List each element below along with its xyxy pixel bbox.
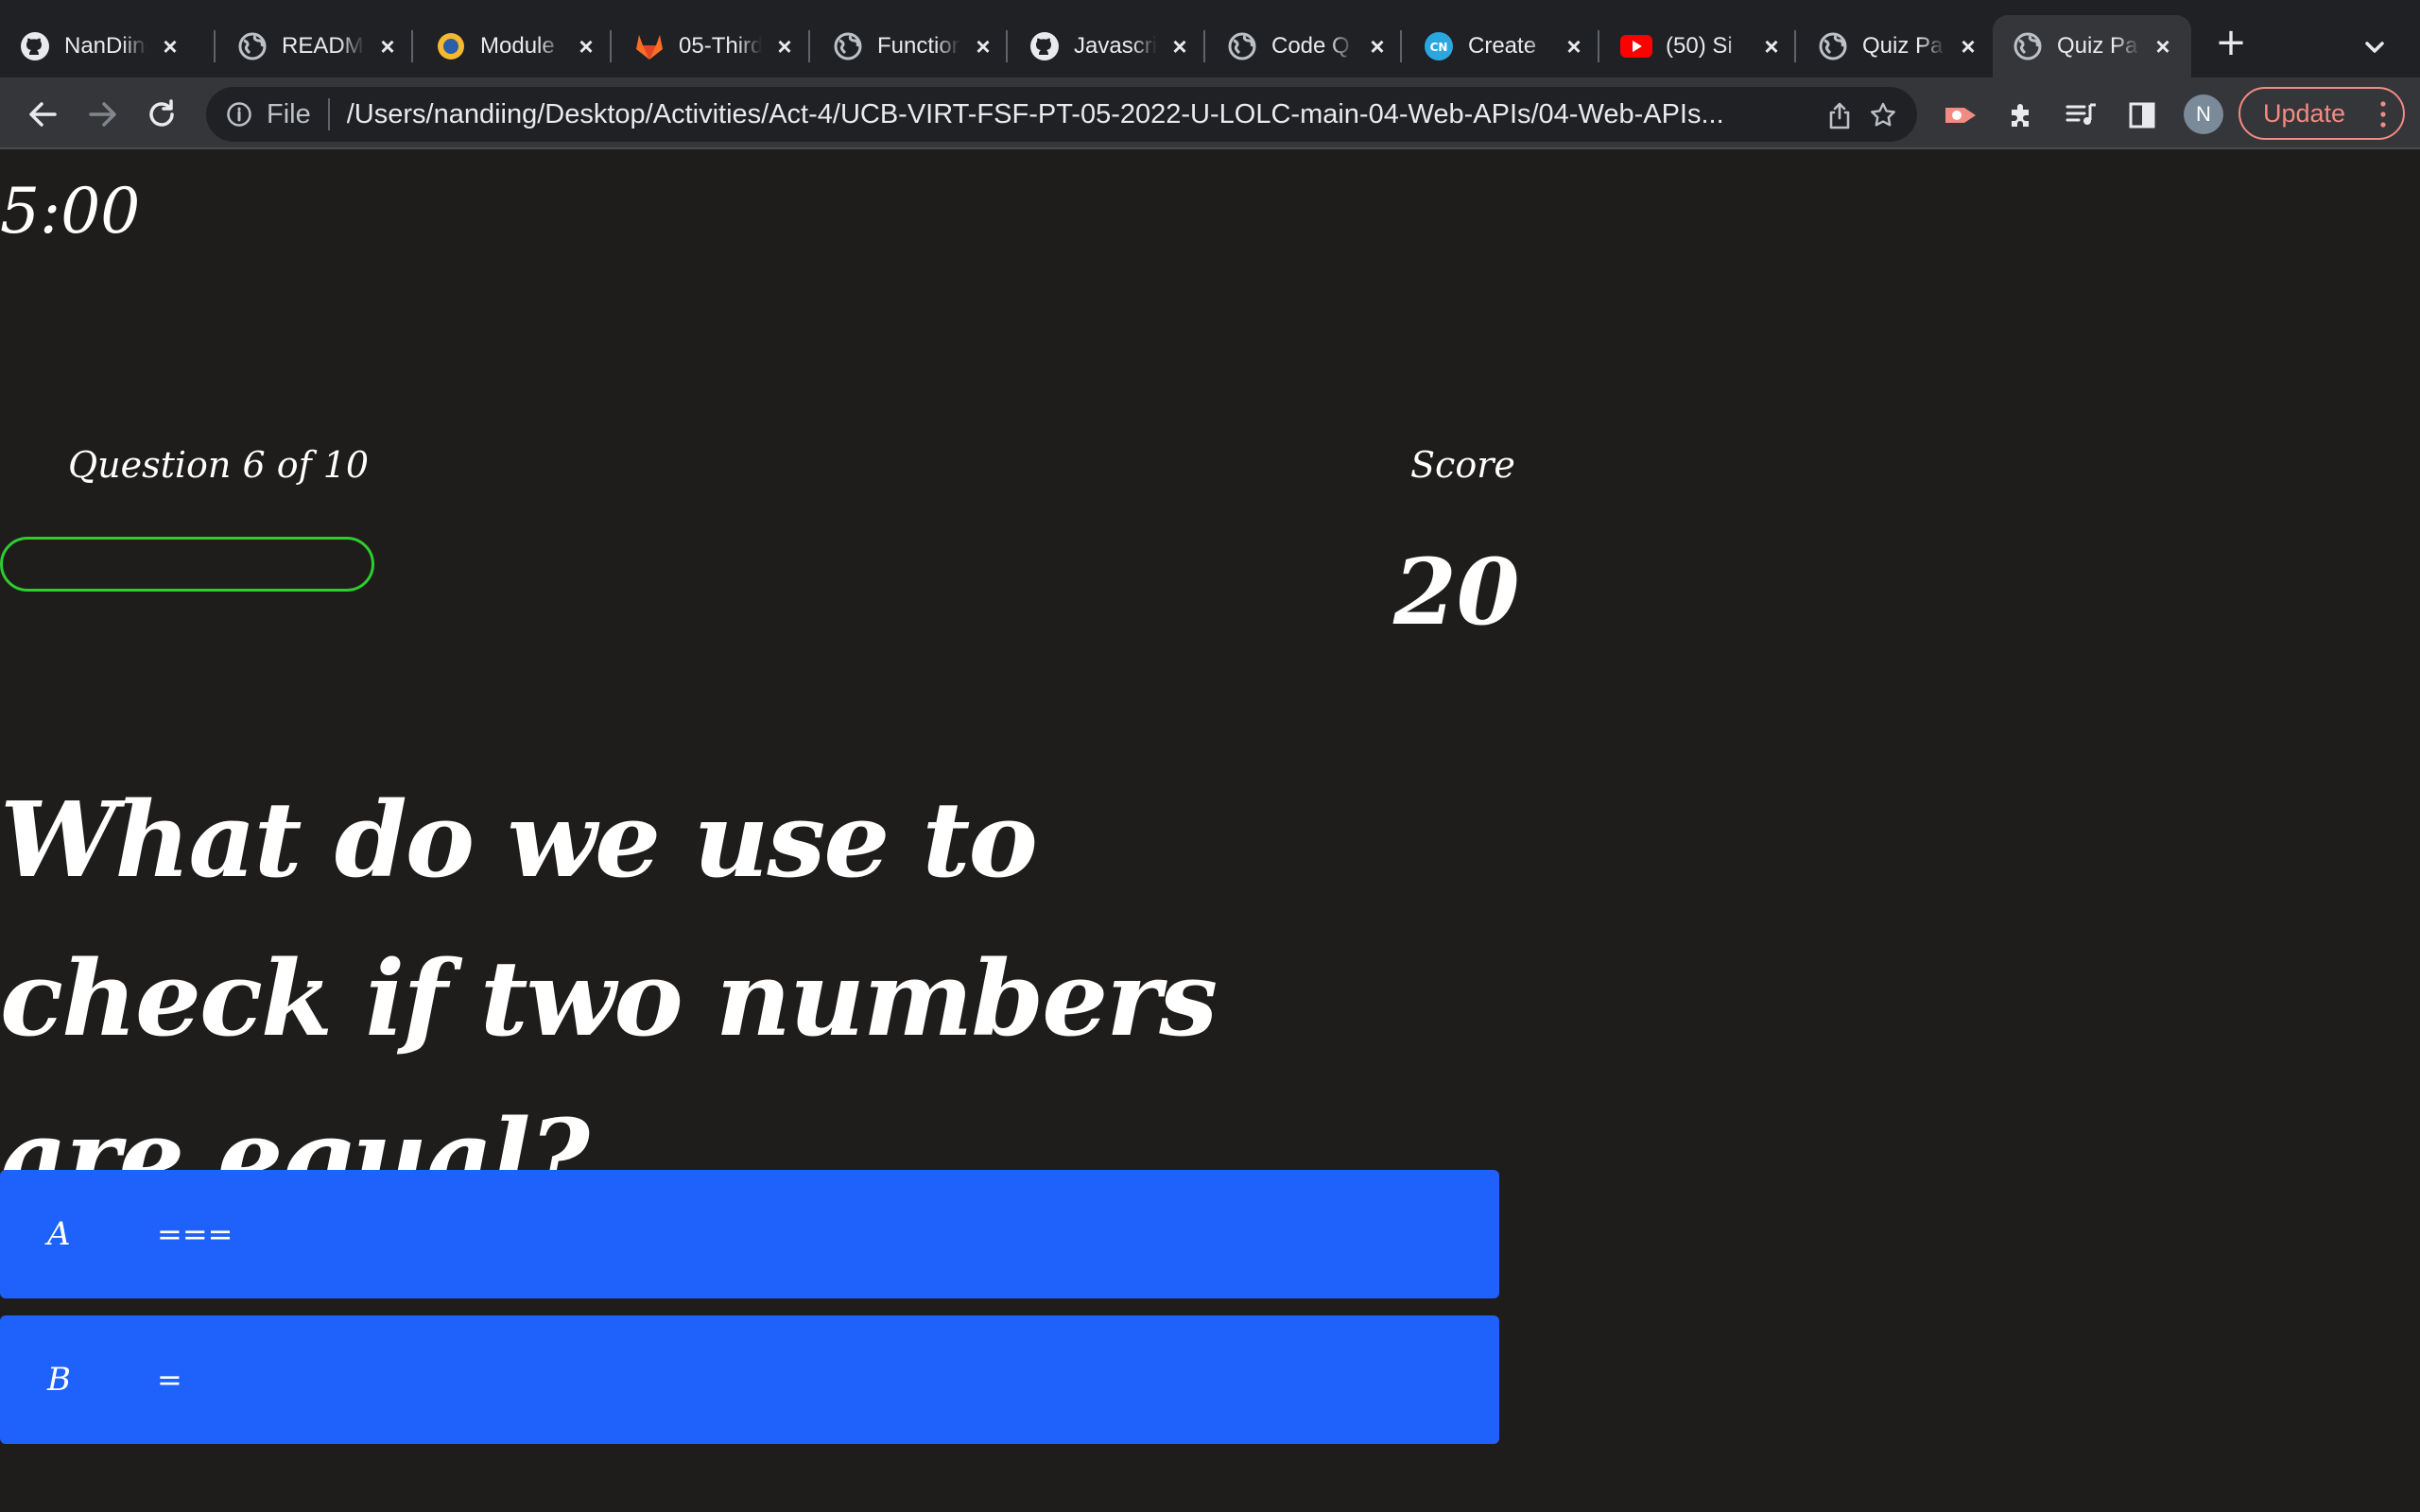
tab-title: Module bbox=[480, 33, 555, 59]
back-arrow-icon bbox=[29, 102, 57, 127]
tab-separator bbox=[214, 30, 216, 62]
browser-tab[interactable]: Javascript × bbox=[1010, 15, 1199, 77]
browser-toolbar: File /Users/nandiing/Desktop/Activities/… bbox=[0, 77, 2420, 149]
answer-letter: B bbox=[47, 1361, 71, 1399]
extension-record-icon[interactable] bbox=[1944, 98, 1978, 132]
github-icon bbox=[19, 30, 51, 62]
tab-title: Quiz Pa bbox=[2057, 33, 2138, 59]
answer-option-b[interactable]: B = bbox=[0, 1315, 1499, 1444]
globe-icon bbox=[1226, 30, 1258, 62]
tab-separator bbox=[808, 30, 810, 62]
close-icon[interactable]: × bbox=[157, 32, 183, 60]
side-panel-icon[interactable] bbox=[2125, 98, 2159, 132]
tab-separator bbox=[610, 30, 612, 62]
tab-separator bbox=[1598, 30, 1599, 62]
share-icon[interactable] bbox=[1824, 100, 1855, 130]
answer-text: === bbox=[157, 1216, 233, 1252]
close-icon[interactable]: × bbox=[573, 32, 599, 60]
forward-arrow-icon bbox=[89, 102, 116, 127]
tab-search-button[interactable] bbox=[2354, 26, 2395, 68]
close-icon[interactable]: × bbox=[2150, 32, 2176, 60]
svg-text:CN: CN bbox=[1430, 41, 1448, 54]
browser-tab[interactable]: Functions × bbox=[813, 15, 1002, 77]
tab-title: README bbox=[282, 33, 365, 59]
tab-title: Javascript bbox=[1074, 33, 1157, 59]
score-label: Score bbox=[1410, 444, 1515, 486]
chevron-down-icon bbox=[2365, 42, 2384, 53]
tab-title: NanDiing bbox=[64, 33, 147, 59]
close-icon[interactable]: × bbox=[1561, 32, 1587, 60]
tab-separator bbox=[1400, 30, 1402, 62]
browser-tab[interactable]: Code Q × bbox=[1207, 15, 1396, 77]
omnibox-divider bbox=[327, 98, 330, 130]
bookmark-star-icon[interactable] bbox=[1868, 100, 1898, 130]
tab-title: (50) Si bbox=[1666, 33, 1733, 59]
countdown-timer: 5:00 bbox=[0, 175, 141, 248]
browser-tab[interactable]: Module × bbox=[416, 15, 605, 77]
answer-text: = bbox=[157, 1362, 182, 1398]
browser-tab[interactable]: (50) Si × bbox=[1601, 15, 1790, 77]
cn-icon: CN bbox=[1423, 30, 1455, 62]
globe-icon bbox=[1817, 30, 1849, 62]
tab-strip: NanDiing × README × Module × 05-Third × … bbox=[0, 0, 2420, 77]
browser-tab[interactable]: 05-Third × bbox=[614, 15, 804, 77]
youtube-icon bbox=[1620, 30, 1652, 62]
tab-separator bbox=[1006, 30, 1008, 62]
new-tab-button[interactable]: + bbox=[2212, 24, 2250, 62]
back-button[interactable] bbox=[23, 94, 62, 134]
forward-button[interactable] bbox=[83, 94, 123, 134]
address-bar[interactable]: File /Users/nandiing/Desktop/Activities/… bbox=[206, 87, 1917, 142]
tab-title: Quiz Pa bbox=[1862, 33, 1944, 59]
more-vert-icon bbox=[2380, 101, 2386, 128]
tab-title: 05-Third bbox=[679, 33, 762, 59]
reload-button[interactable] bbox=[142, 94, 182, 134]
update-label: Update bbox=[2263, 98, 2346, 128]
tab-separator bbox=[411, 30, 413, 62]
info-icon[interactable] bbox=[225, 100, 253, 129]
extensions-puzzle-icon[interactable] bbox=[2004, 98, 2038, 132]
score-value: 20 bbox=[1393, 539, 1520, 645]
scheme-label: File bbox=[267, 98, 311, 129]
reload-icon bbox=[149, 99, 174, 127]
profile-avatar[interactable]: N bbox=[2184, 94, 2223, 134]
globe-icon bbox=[832, 30, 864, 62]
close-icon[interactable]: × bbox=[771, 32, 798, 60]
close-icon[interactable]: × bbox=[1955, 32, 1981, 60]
github-icon bbox=[1028, 30, 1061, 62]
progress-bar bbox=[0, 537, 374, 592]
question-counter: Question 6 of 10 bbox=[68, 444, 370, 486]
answer-letter: A bbox=[47, 1215, 71, 1253]
close-icon[interactable]: × bbox=[1758, 32, 1785, 60]
answer-option-a[interactable]: A === bbox=[0, 1170, 1499, 1298]
tab-title: Code Q bbox=[1271, 33, 1350, 59]
browser-tab[interactable]: CN Create × bbox=[1404, 15, 1593, 77]
media-queue-icon[interactable] bbox=[2065, 98, 2099, 132]
module-icon bbox=[435, 30, 467, 62]
tab-title: Create bbox=[1468, 33, 1537, 59]
globe-icon bbox=[2012, 30, 2044, 62]
gitlab-icon bbox=[633, 30, 666, 62]
tab-separator bbox=[1794, 30, 1796, 62]
quiz-page: 5:00 Question 6 of 10 Score 20 What do w… bbox=[0, 151, 2420, 1512]
tab-separator bbox=[1203, 30, 1205, 62]
close-icon[interactable]: × bbox=[1364, 32, 1391, 60]
update-button[interactable]: Update bbox=[2238, 87, 2405, 140]
browser-tab[interactable]: README × bbox=[217, 15, 406, 77]
url-text[interactable]: /Users/nandiing/Desktop/Activities/Act-4… bbox=[347, 99, 1784, 130]
question-text: What do we use to check if two numbers a… bbox=[0, 779, 1218, 1218]
close-icon[interactable]: × bbox=[1167, 32, 1193, 60]
close-icon[interactable]: × bbox=[374, 32, 401, 60]
browser-tab[interactable]: Quiz Pa × bbox=[1798, 15, 1987, 77]
globe-icon bbox=[236, 30, 268, 62]
browser-tab[interactable]: NanDiing × bbox=[0, 15, 204, 77]
close-icon[interactable]: × bbox=[970, 32, 996, 60]
browser-tab-active[interactable]: Quiz Pa × bbox=[1993, 15, 2191, 77]
tab-title: Functions bbox=[877, 33, 960, 59]
